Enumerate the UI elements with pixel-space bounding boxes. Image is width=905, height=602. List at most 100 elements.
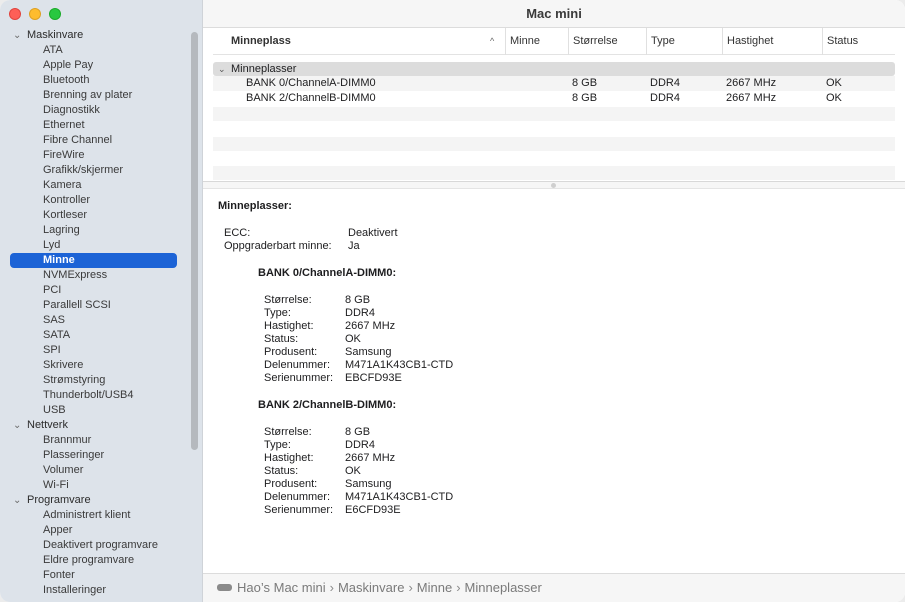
sidebar-item[interactable]: Brenning av plater — [0, 88, 192, 103]
sidebar-item[interactable]: SAS — [0, 313, 192, 328]
chevron-down-icon[interactable]: ⌄ — [13, 493, 21, 508]
bank-title: BANK 2/ChannelB-DIMM0: — [258, 399, 397, 411]
path-bar: Hao’s Mac mini › Maskinvare › Minne › Minnepla… — [203, 573, 905, 602]
chevron-right-icon: › — [456, 580, 461, 595]
table-row[interactable]: BANK 2/ChannelB-DIMM0 8 GB DDR4 2667 MHz… — [213, 91, 895, 106]
detail-value: Samsung — [345, 346, 392, 358]
sidebar-item[interactable]: Apper — [0, 523, 192, 538]
sidebar-item[interactable]: Kontroller — [0, 193, 192, 208]
sidebar-item[interactable]: Parallell SCSI — [0, 298, 192, 313]
window-controls — [9, 8, 61, 20]
sidebar-group-2[interactable]: ⌄ Programvare — [0, 493, 192, 508]
detail-key: ECC: — [224, 227, 251, 239]
sidebar-group-label: Programvare — [27, 494, 91, 506]
breadcrumb-item[interactable]: Maskinvare — [338, 580, 404, 595]
sidebar-item[interactable]: Minne — [10, 253, 177, 268]
detail-key: Oppgraderbart minne: — [224, 240, 332, 252]
sidebar-item[interactable]: Grafikk/skjermer — [0, 163, 192, 178]
cell-type: DDR4 — [650, 77, 680, 89]
detail-key: Delenummer: — [264, 359, 331, 371]
app-window: ⌄ Maskinvare ATA Apple Pay Bluetooth Brenning… — [0, 0, 905, 602]
sidebar-item[interactable]: Deaktivert programvare — [0, 538, 192, 553]
sidebar-item[interactable]: Bluetooth — [0, 73, 192, 88]
detail-heading: Minneplasser: — [218, 200, 292, 212]
detail-key: Status: — [264, 333, 299, 345]
sidebar-item[interactable]: PCI — [0, 283, 192, 298]
detail-value: OK — [345, 333, 361, 345]
sidebar-item[interactable]: ATA — [0, 43, 192, 58]
column-header-status[interactable]: Status — [822, 28, 858, 55]
sidebar-item[interactable]: Ethernet — [0, 118, 192, 133]
sidebar-group-1[interactable]: ⌄ Nettverk — [0, 418, 192, 433]
chevron-down-icon[interactable]: ⌄ — [13, 28, 21, 43]
column-header-slot[interactable]: Minneplass — [227, 28, 291, 55]
column-header-type[interactable]: Type — [646, 28, 675, 55]
sidebar-item[interactable]: Installeringer — [0, 583, 192, 598]
zoom-window-button[interactable] — [49, 8, 61, 20]
sidebar-item[interactable]: Diagnostikk — [0, 103, 192, 118]
detail-value: 2667 MHz — [345, 452, 396, 464]
breadcrumb-item[interactable]: Minneplasser — [465, 580, 542, 595]
chevron-down-icon[interactable]: ⌄ — [13, 418, 21, 433]
detail-key: Serienummer: — [264, 372, 334, 384]
sidebar-group-label: Maskinvare — [27, 29, 84, 41]
cell-speed: 2667 MHz — [726, 92, 777, 104]
column-header-speed[interactable]: Hastighet — [722, 28, 773, 55]
detail-key: Delenummer: — [264, 491, 331, 503]
column-header-memory[interactable]: Minne — [505, 28, 540, 55]
chevron-right-icon: › — [408, 580, 413, 595]
sidebar-item[interactable]: Fonter — [0, 568, 192, 583]
sidebar-item[interactable]: Skrivere — [0, 358, 192, 373]
sidebar-item[interactable]: Lyd — [0, 238, 192, 253]
detail-value: EBCFD93E — [345, 372, 402, 384]
splitter-handle[interactable] — [551, 183, 556, 188]
sidebar-item[interactable]: Fibre Channel — [0, 133, 192, 148]
sidebar-item[interactable]: Thunderbolt/USB4 — [0, 388, 192, 403]
sidebar-item[interactable]: Eldre programvare — [0, 553, 192, 568]
sidebar: ⌄ Maskinvare ATA Apple Pay Bluetooth Brenning… — [0, 0, 203, 602]
cell-status: OK — [826, 77, 842, 89]
memory-table: Minneplass ^ Minne Størrelse Type Hastig… — [203, 28, 905, 181]
minimize-window-button[interactable] — [29, 8, 41, 20]
chevron-down-icon[interactable]: ⌄ — [218, 62, 226, 76]
sidebar-item[interactable]: USB — [0, 403, 192, 418]
breadcrumb-item[interactable]: Minne — [417, 580, 452, 595]
chevron-right-icon: › — [329, 580, 334, 595]
detail-key: Størrelse: — [264, 426, 312, 438]
sidebar-item[interactable]: Strømstyring — [0, 373, 192, 388]
sidebar-item[interactable]: Kortleser — [0, 208, 192, 223]
sidebar-item[interactable]: Wi-Fi — [0, 478, 192, 493]
sidebar-scrollbar[interactable] — [191, 32, 198, 450]
table-header: Minneplass ^ Minne Størrelse Type Hastig… — [213, 28, 895, 55]
detail-value: OK — [345, 465, 361, 477]
close-window-button[interactable] — [9, 8, 21, 20]
sidebar-item[interactable]: Plasseringer — [0, 448, 192, 463]
sidebar-item[interactable]: Kamera — [0, 178, 192, 193]
sort-ascending-icon[interactable]: ^ — [490, 28, 494, 55]
sidebar-tree: ⌄ Maskinvare ATA Apple Pay Bluetooth Brenning… — [0, 28, 192, 602]
pane-splitter[interactable] — [203, 181, 905, 189]
detail-key: Produsent: — [264, 478, 318, 490]
sidebar-item[interactable]: FireWire — [0, 148, 192, 163]
sidebar-item[interactable]: Volumer — [0, 463, 192, 478]
sidebar-item[interactable]: Apple Pay — [0, 58, 192, 73]
table-group-row[interactable]: ⌄ Minneplasser — [213, 62, 895, 76]
breadcrumb-item[interactable]: Hao’s Mac mini — [237, 580, 326, 595]
sidebar-item[interactable]: Brannmur — [0, 433, 192, 448]
detail-value: DDR4 — [345, 439, 375, 451]
detail-key: Type: — [264, 307, 291, 319]
cell-size: 8 GB — [572, 92, 598, 104]
sidebar-item[interactable]: Lagring — [0, 223, 192, 238]
detail-value: 8 GB — [345, 426, 371, 438]
column-header-size[interactable]: Størrelse — [568, 28, 618, 55]
detail-value: DDR4 — [345, 307, 375, 319]
sidebar-item[interactable]: SATA — [0, 328, 192, 343]
table-row[interactable]: BANK 0/ChannelA-DIMM0 8 GB DDR4 2667 MHz… — [213, 76, 895, 91]
sidebar-item[interactable]: Administrert klient — [0, 508, 192, 523]
sidebar-item[interactable]: SPI — [0, 343, 192, 358]
cell-speed: 2667 MHz — [726, 77, 777, 89]
sidebar-group-0[interactable]: ⌄ Maskinvare — [0, 28, 192, 43]
detail-value: Ja — [348, 240, 360, 252]
sidebar-item[interactable]: NVMExpress — [0, 268, 192, 283]
bank-title: BANK 0/ChannelA-DIMM0: — [258, 267, 397, 279]
